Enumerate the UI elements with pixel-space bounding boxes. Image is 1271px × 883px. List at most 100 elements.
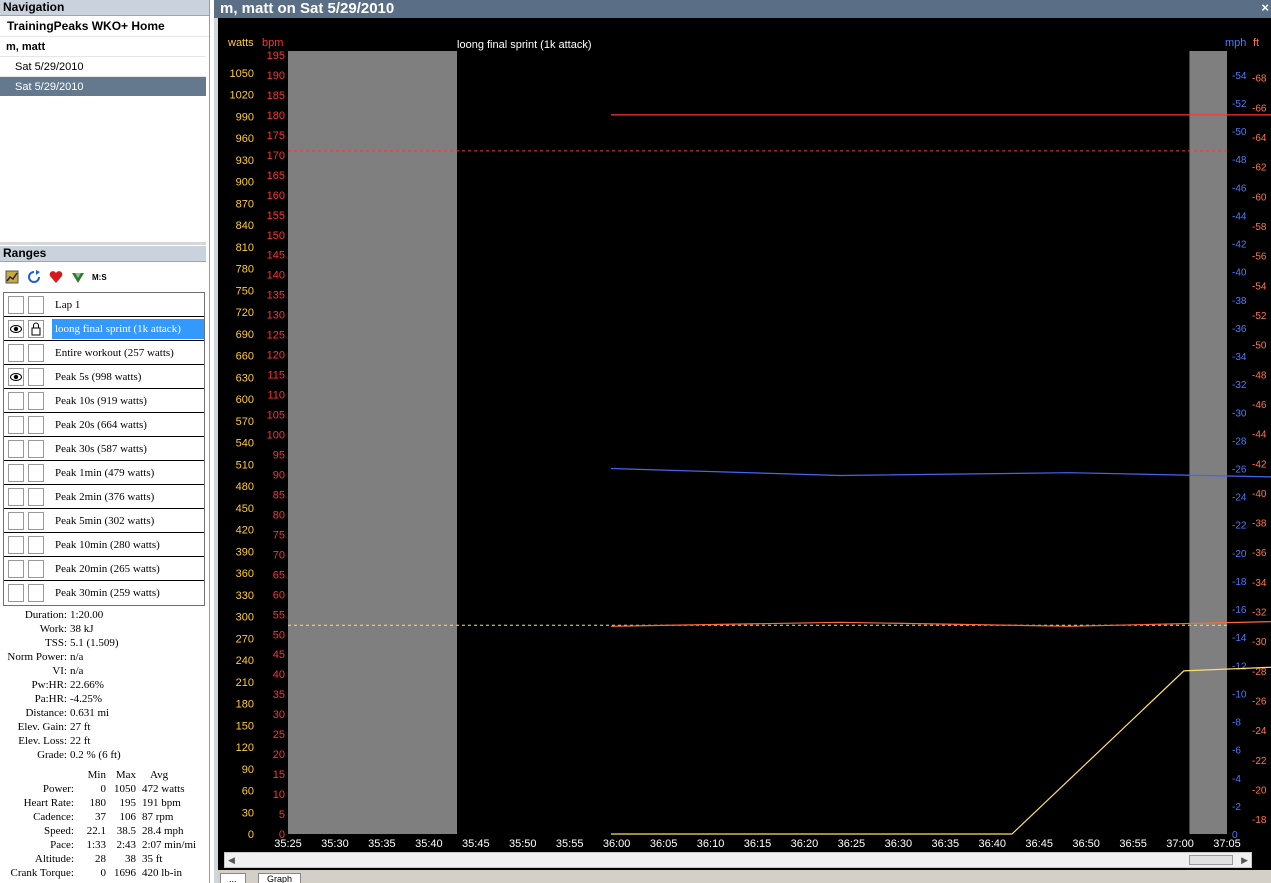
- range-row[interactable]: Peak 10min (280 watts): [4, 533, 204, 557]
- range-list: Lap 1 loong final sprint (1k attack) Entir…: [3, 292, 205, 606]
- bpm-tick-label: 145: [267, 250, 285, 262]
- graph-svg[interactable]: 0 30 60 90 120 150 180 210 240 270 300 330 360 390 420…: [218, 18, 1271, 851]
- time-tick-label: 36:50: [1072, 838, 1100, 850]
- close-icon[interactable]: ×: [1261, 0, 1269, 16]
- stats-row: Power: 0 1050 472 watts: [0, 782, 206, 796]
- range-chart-icon[interactable]: [4, 269, 20, 285]
- range-row[interactable]: Peak 5min (302 watts): [4, 509, 204, 533]
- stats-key: Speed:: [44, 825, 74, 837]
- mph-tick-label: -38: [1232, 296, 1247, 307]
- watts-tick-label: 360: [236, 568, 254, 580]
- range-row[interactable]: Peak 5s (998 watts): [4, 365, 204, 389]
- bpm-tick-label: 130: [267, 310, 285, 322]
- range-label: Entire workout (257 watts): [55, 346, 174, 359]
- range-label: Peak 5min (302 watts): [55, 514, 155, 527]
- tab-previous[interactable]: ...: [220, 873, 246, 883]
- watts-tick-label: 300: [236, 612, 254, 624]
- range-row[interactable]: Peak 2min (376 watts): [4, 485, 204, 509]
- tab-graph[interactable]: Graph: [258, 873, 302, 883]
- lock-checkbox[interactable]: [28, 511, 44, 530]
- nav-item-date[interactable]: Sat 5/29/2010: [0, 56, 206, 76]
- lock-checkbox[interactable]: [28, 559, 44, 578]
- range-row[interactable]: loong final sprint (1k attack): [4, 317, 204, 341]
- mph-tick-label: -34: [1232, 352, 1247, 363]
- ft-axis-title: ft: [1253, 37, 1259, 49]
- time-tick-label: 36:25: [838, 838, 866, 850]
- chart-area[interactable]: 0 30 60 90 120 150 180 210 240 270 300 330 360 390 420…: [214, 18, 1271, 883]
- time-tick-label: 36:55: [1119, 838, 1147, 850]
- lock-checkbox[interactable]: [28, 367, 44, 386]
- summary-key: Duration:: [24, 609, 67, 621]
- lock-checkbox[interactable]: [28, 535, 44, 554]
- visibility-checkbox[interactable]: [8, 487, 24, 506]
- nav-item-date[interactable]: Sat 5/29/2010: [0, 76, 206, 96]
- range-row[interactable]: Peak 30s (587 watts): [4, 437, 204, 461]
- nav-home-link[interactable]: TrainingPeaks WKO+ Home: [0, 16, 209, 36]
- stats-key: Cadence:: [33, 811, 74, 823]
- range-label-text: loong final sprint (1k attack): [457, 39, 592, 51]
- stats-key: Power:: [42, 783, 74, 795]
- range-row[interactable]: Peak 20s (664 watts): [4, 413, 204, 437]
- bpm-tick-label: 50: [273, 629, 285, 641]
- ft-tick-label: -50: [1252, 341, 1267, 352]
- eye-icon[interactable]: [8, 319, 24, 338]
- scroll-left-icon[interactable]: ◀: [228, 853, 235, 867]
- summary-row: Elev. Gain: 27 ft: [0, 720, 206, 734]
- mph-tick-label: -10: [1232, 689, 1247, 700]
- lock-checkbox[interactable]: [28, 391, 44, 410]
- panel-splitter[interactable]: [0, 242, 206, 245]
- range-row[interactable]: Peak 1min (479 watts): [4, 461, 204, 485]
- visibility-checkbox[interactable]: [8, 439, 24, 458]
- heart-icon[interactable]: [48, 269, 64, 285]
- stats-row: Speed: 22.1 38.5 28.4 mph: [0, 824, 206, 838]
- range-label: Peak 10s (919 watts): [55, 394, 147, 407]
- mph-tick-label: -2: [1232, 802, 1241, 813]
- visibility-checkbox[interactable]: [8, 584, 24, 602]
- bpm-tick-label: 125: [267, 330, 285, 342]
- time-format-toggle[interactable]: M:S: [92, 273, 107, 282]
- visibility-checkbox[interactable]: [8, 511, 24, 530]
- range-row[interactable]: Entire workout (257 watts): [4, 341, 204, 365]
- visibility-checkbox[interactable]: [8, 535, 24, 554]
- stats-min: 28: [95, 853, 106, 865]
- lock-checkbox[interactable]: [28, 584, 44, 602]
- stats-min: 22.1: [86, 825, 106, 837]
- bpm-tick-label: 20: [273, 749, 285, 761]
- lock-checkbox[interactable]: [28, 415, 44, 434]
- lock-checkbox[interactable]: [28, 295, 44, 314]
- lock-checkbox[interactable]: [28, 487, 44, 506]
- visibility-checkbox[interactable]: [8, 463, 24, 482]
- mph-tick-label: -28: [1232, 436, 1247, 447]
- mph-tick-label: -24: [1232, 493, 1247, 504]
- lock-icon[interactable]: [28, 319, 44, 338]
- visibility-checkbox[interactable]: [8, 559, 24, 578]
- ft-tick-label: -56: [1252, 252, 1267, 263]
- range-row[interactable]: Peak 30min (259 watts): [4, 581, 204, 605]
- lock-checkbox[interactable]: [28, 343, 44, 362]
- scrollbar-thumb[interactable]: [1189, 855, 1233, 865]
- visibility-checkbox[interactable]: [8, 415, 24, 434]
- range-row[interactable]: Peak 20min (265 watts): [4, 557, 204, 581]
- stats-max: 1696: [114, 867, 136, 879]
- lock-checkbox[interactable]: [28, 439, 44, 458]
- bpm-tick-label: 90: [273, 469, 285, 481]
- refresh-icon[interactable]: [26, 269, 42, 285]
- lock-checkbox[interactable]: [28, 463, 44, 482]
- visibility-checkbox[interactable]: [8, 343, 24, 362]
- ranges-toolbar: M:S: [4, 266, 107, 288]
- stats-avg: 28.4 mph: [142, 825, 184, 837]
- range-row[interactable]: Peak 10s (919 watts): [4, 389, 204, 413]
- range-label: Peak 30min (259 watts): [55, 587, 160, 599]
- scroll-right-icon[interactable]: ▶: [1241, 853, 1248, 867]
- horizontal-scrollbar[interactable]: ◀ ▶: [224, 852, 1252, 868]
- bpm-tick-label: 95: [273, 449, 285, 461]
- visibility-checkbox[interactable]: [8, 295, 24, 314]
- visibility-checkbox[interactable]: [8, 391, 24, 410]
- time-tick-label: 35:45: [462, 838, 490, 850]
- peak-icon[interactable]: [70, 269, 86, 285]
- bpm-tick-label: 55: [273, 609, 285, 621]
- range-row[interactable]: Lap 1: [4, 293, 204, 317]
- eye-icon[interactable]: [8, 367, 24, 386]
- stats-header: Min Max Avg: [0, 768, 206, 782]
- nav-athlete[interactable]: m, matt: [0, 36, 209, 56]
